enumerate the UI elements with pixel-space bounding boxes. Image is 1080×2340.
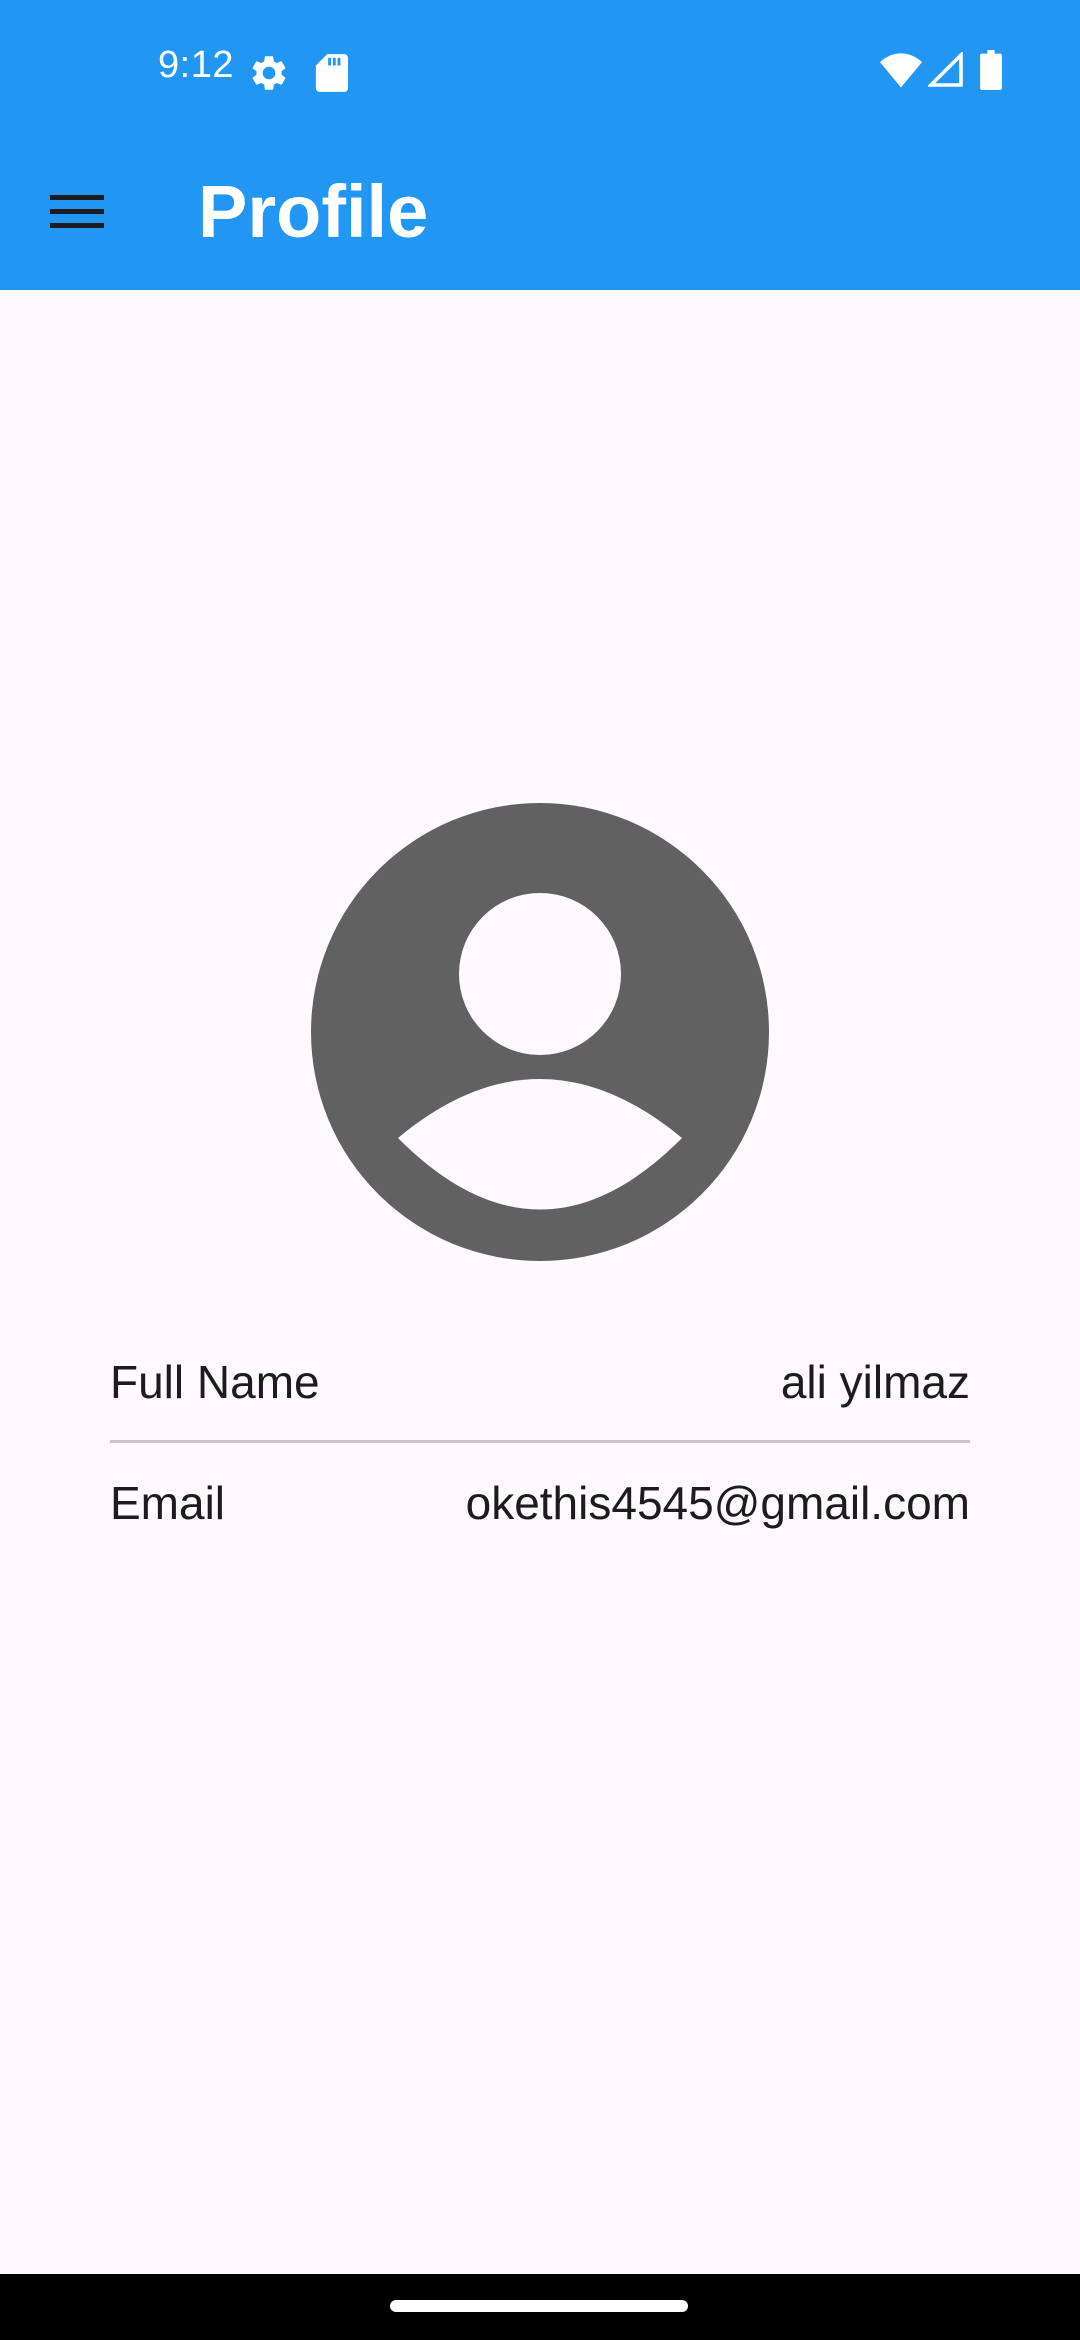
status-time: 9:12: [158, 44, 234, 86]
battery-icon: [980, 50, 1002, 90]
page-title: Profile: [198, 170, 429, 253]
menu-hamburger-icon: [50, 195, 104, 228]
app-bar: [0, 140, 1080, 290]
email-label: Email: [110, 1477, 226, 1529]
profile-screen: 9:12 Profile Full Name ali yilmaz Email …: [0, 0, 1080, 2340]
menu-button[interactable]: [32, 150, 122, 274]
email-value: okethis4545@gmail.com: [465, 1477, 970, 1529]
gesture-home-handle[interactable]: [390, 2300, 688, 2312]
full-name-value: ali yilmaz: [780, 1356, 970, 1408]
sd-card-icon: [315, 54, 348, 92]
divider: [110, 1440, 970, 1443]
cell-signal-icon: [928, 52, 963, 87]
account-circle-icon: [311, 803, 769, 1261]
full-name-row: Full Name ali yilmaz: [110, 1342, 970, 1422]
wifi-icon: [880, 53, 922, 88]
email-row: Email okethis4545@gmail.com: [110, 1463, 970, 1543]
settings-gear-icon: [252, 56, 286, 90]
full-name-label: Full Name: [110, 1356, 320, 1408]
